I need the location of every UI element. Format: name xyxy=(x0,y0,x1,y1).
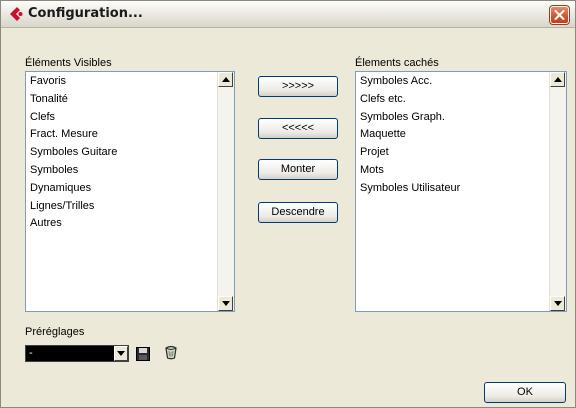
list-item[interactable]: Projet xyxy=(358,144,548,162)
vertical-scrollbar[interactable] xyxy=(549,72,566,311)
hidden-elements-list[interactable]: Symboles Acc. Clefs etc. Symboles Graph.… xyxy=(355,71,567,312)
scroll-down-button[interactable] xyxy=(550,296,565,311)
save-icon xyxy=(136,347,150,361)
list-item[interactable]: Mots xyxy=(358,162,548,180)
visible-elements-list[interactable]: Favoris Tonalité Clefs Fract. Mesure Sym… xyxy=(25,71,235,312)
configuration-dialog: Configuration... Éléments Visibles Favor… xyxy=(0,0,576,408)
list-item[interactable]: Tonalité xyxy=(28,91,216,109)
list-item[interactable]: Clefs etc. xyxy=(358,91,548,109)
move-down-button[interactable]: Descendre xyxy=(258,202,338,223)
title-bar[interactable]: Configuration... xyxy=(1,1,575,28)
scroll-down-button[interactable] xyxy=(218,296,233,311)
list-item[interactable]: Symboles Guitare xyxy=(28,144,216,162)
list-item[interactable]: Autres xyxy=(28,215,216,233)
list-item[interactable]: Favoris xyxy=(28,73,216,91)
save-preset-button[interactable] xyxy=(136,346,152,362)
presets-value: - xyxy=(29,347,33,359)
hidden-list-label: Élements cachés xyxy=(355,57,439,69)
chevron-down-icon xyxy=(554,301,562,306)
presets-dropdown-button[interactable] xyxy=(114,346,128,361)
vertical-scrollbar[interactable] xyxy=(217,72,234,311)
chevron-up-icon xyxy=(222,77,230,82)
list-item[interactable]: Maquette xyxy=(358,126,548,144)
scroll-up-button[interactable] xyxy=(218,72,233,87)
move-left-button[interactable]: <<<<< xyxy=(258,118,338,139)
chevron-up-icon xyxy=(554,77,562,82)
visible-list-label: Éléments Visibles xyxy=(25,57,112,69)
presets-dropdown[interactable]: - xyxy=(25,345,129,362)
cubase-icon xyxy=(9,6,23,22)
chevron-down-icon xyxy=(222,301,230,306)
list-item[interactable]: Fract. Mesure xyxy=(28,126,216,144)
ok-button[interactable]: OK xyxy=(484,382,566,403)
list-item[interactable]: Dynamiques xyxy=(28,180,216,198)
close-button[interactable] xyxy=(549,5,570,25)
chevron-down-icon xyxy=(117,351,125,356)
list-item[interactable]: Symboles xyxy=(28,162,216,180)
move-up-button[interactable]: Monter xyxy=(258,159,338,180)
trash-icon xyxy=(165,345,177,360)
list-item[interactable]: Symboles Utilisateur xyxy=(358,180,548,198)
presets-label: Préréglages xyxy=(25,326,85,338)
close-icon xyxy=(554,10,565,20)
list-item[interactable]: Symboles Acc. xyxy=(358,73,548,91)
list-item[interactable]: Lignes/Trilles xyxy=(28,198,216,216)
scroll-up-button[interactable] xyxy=(550,72,565,87)
list-item[interactable]: Clefs xyxy=(28,109,216,127)
window-title: Configuration... xyxy=(28,6,143,21)
delete-preset-button[interactable] xyxy=(163,344,179,360)
list-item[interactable]: Symboles Graph. xyxy=(358,109,548,127)
move-right-button[interactable]: >>>>> xyxy=(258,76,338,97)
